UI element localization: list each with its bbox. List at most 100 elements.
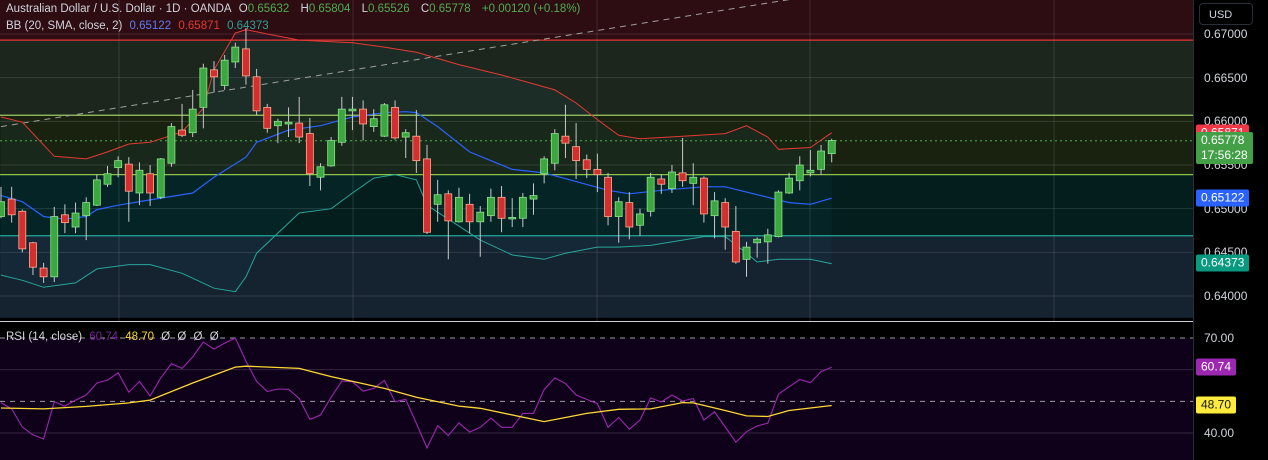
candle-body xyxy=(401,132,410,138)
candle-body xyxy=(252,76,261,112)
rsi-extra-value: Ø xyxy=(177,331,187,343)
price-chart[interactable] xyxy=(0,0,1193,321)
candle-body xyxy=(337,108,346,143)
price-tick: 0.64000 xyxy=(1204,289,1248,304)
candle-body xyxy=(518,196,527,219)
candle-body xyxy=(231,46,240,63)
candle-body xyxy=(0,201,5,217)
candle-body xyxy=(636,213,644,226)
price-label: 0.64373 xyxy=(1196,254,1250,272)
candle-body xyxy=(774,191,783,238)
candle-body xyxy=(92,179,101,206)
candle-body xyxy=(391,106,399,139)
ohlc-value: 0.65778 xyxy=(429,3,471,15)
candle-body xyxy=(646,176,655,212)
candle-body xyxy=(82,202,91,217)
candle-body xyxy=(7,198,16,216)
candle xyxy=(18,209,27,253)
candle-body xyxy=(135,169,144,194)
candle-body xyxy=(614,201,623,217)
symbol-title: Australian Dollar / U.S. Dollar · 1D · O… xyxy=(6,3,232,15)
candle-body xyxy=(657,178,666,185)
candle-body xyxy=(220,59,229,86)
candle-body xyxy=(242,48,250,77)
price-scale[interactable]: 0.67000 0.66500 0.66000 0.65500 0.65000 0.645… xyxy=(1193,0,1268,460)
candle-body xyxy=(753,238,762,244)
candle-body xyxy=(423,158,431,233)
candle xyxy=(380,102,389,138)
candle-body xyxy=(700,177,708,215)
candle-body xyxy=(529,195,538,200)
candle xyxy=(774,190,783,238)
price-tick: 0.66500 xyxy=(1204,70,1248,85)
candle-body xyxy=(167,126,176,164)
candle-body xyxy=(199,67,208,108)
candle-body xyxy=(273,120,282,127)
rsi-legend[interactable]: RSI (14, close) 60.74 48.70 Ø Ø Ø Ø xyxy=(6,331,223,343)
candle-body xyxy=(327,140,336,167)
candle-body xyxy=(124,163,133,192)
candle xyxy=(156,158,165,200)
price-label-value: 0.65122 xyxy=(1201,190,1245,205)
rsi-extra-value: Ø xyxy=(161,331,171,343)
candle-body xyxy=(806,169,815,174)
candle xyxy=(167,123,176,167)
candle-body xyxy=(263,106,272,129)
candle-body xyxy=(316,166,325,178)
candle-body xyxy=(593,168,602,176)
candle xyxy=(263,103,272,133)
rsi-tick: 40.00 xyxy=(1204,426,1235,440)
candle-body xyxy=(486,196,495,217)
ohlc-open: O0.65632 xyxy=(239,3,294,15)
candle-body xyxy=(188,108,197,134)
rsi-tick: 70.00 xyxy=(1204,331,1235,345)
candle-body xyxy=(412,135,421,162)
candle-body xyxy=(731,230,740,263)
rsi-extra-value: Ø xyxy=(209,331,219,343)
candle-body xyxy=(305,133,314,175)
candle-body xyxy=(476,211,485,223)
candle-body xyxy=(668,171,676,189)
candle-body xyxy=(114,160,123,169)
rsi-label: 60.74 xyxy=(1196,358,1237,376)
candle-body xyxy=(572,146,580,162)
price-label-value: 0.65778 xyxy=(1201,132,1245,147)
pane-separator[interactable] xyxy=(0,321,1268,322)
rsi-ma-value: 48.70 xyxy=(125,331,155,343)
price-tick: 0.67000 xyxy=(1204,27,1248,41)
ohlc-low: L0.65526 xyxy=(362,3,414,15)
bb-name: BB (20, SMA, close, 2) xyxy=(6,20,123,32)
candle-body xyxy=(678,172,687,182)
bb-lower-value: 0.64373 xyxy=(227,20,269,32)
candle-body xyxy=(710,200,719,217)
candle-body xyxy=(295,122,304,138)
candle-body xyxy=(284,121,293,125)
bb-legend[interactable]: BB (20, SMA, close, 2) 0.65122 0.65871 0… xyxy=(6,20,273,32)
candle-body xyxy=(39,267,48,278)
candle-body xyxy=(785,177,793,194)
ohlc-close: C0.65778 xyxy=(421,3,475,15)
candle-body xyxy=(178,129,186,136)
candle xyxy=(646,172,655,217)
ohlc-label: O xyxy=(238,3,248,15)
candle-body xyxy=(827,140,836,155)
currency-button[interactable]: USD xyxy=(1199,3,1253,25)
price-change: +0.00120 (+0.18%) xyxy=(481,3,581,15)
candle-body xyxy=(380,104,389,137)
ohlc-label: H xyxy=(300,3,309,15)
candle-body xyxy=(444,193,453,222)
candle xyxy=(220,54,229,90)
candle-body xyxy=(742,246,751,260)
bar-countdown: 17:56:28 xyxy=(1201,147,1248,162)
candle-body xyxy=(689,176,698,184)
candle-body xyxy=(50,216,59,278)
candle-body xyxy=(359,108,368,125)
candle-body xyxy=(29,242,37,268)
candle xyxy=(50,206,59,283)
candle-body xyxy=(582,159,591,170)
candle-body xyxy=(146,173,155,194)
candle-body xyxy=(540,158,549,175)
candle-body xyxy=(763,234,772,243)
rsi-name: RSI (14, close) xyxy=(6,331,83,343)
candle xyxy=(327,137,336,167)
